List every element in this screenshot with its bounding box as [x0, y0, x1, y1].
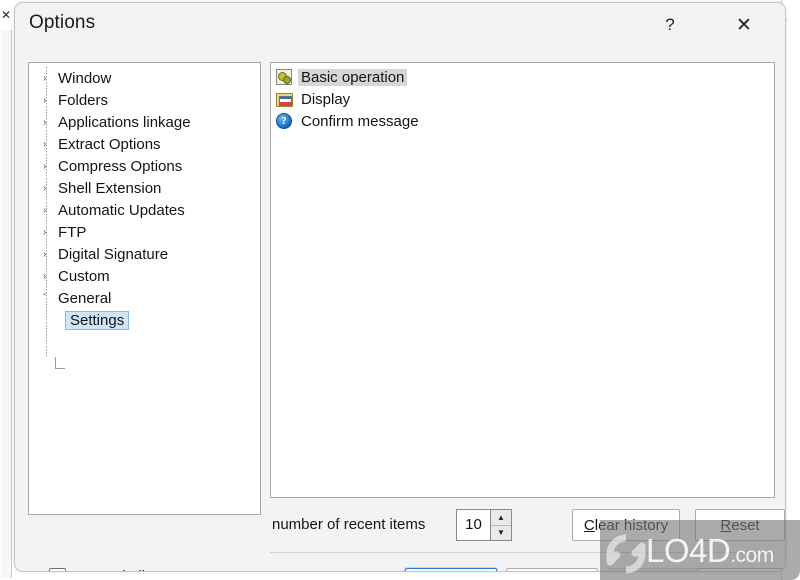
tree-item-shell-extension[interactable]: › Shell Extension	[29, 177, 260, 199]
tree-item-automatic-updates[interactable]: › Automatic Updates	[29, 199, 260, 221]
ok-button[interactable]: OK	[405, 568, 497, 571]
background-left-strip: ✕	[0, 0, 14, 580]
settings-list[interactable]: Basic operation Display ? Confirm messag…	[270, 62, 775, 498]
tree-item-window[interactable]: › Window	[29, 67, 260, 89]
tree-item-compress-options[interactable]: › Compress Options	[29, 155, 260, 177]
tree-item-folders[interactable]: › Folders	[29, 89, 260, 111]
tree-item-label: Settings	[65, 310, 130, 330]
tree-item-custom[interactable]: › Custom	[29, 265, 260, 287]
screenshot-root: ✕ ▪▪ 50 43 6 33 32 Options ? ✕	[0, 0, 800, 580]
folder-image-icon	[276, 91, 293, 107]
dialog-titlebar: Options ? ✕	[15, 3, 785, 47]
apply-button: Apply	[607, 568, 699, 571]
list-item-basic-operation[interactable]: Basic operation	[271, 66, 774, 88]
list-item-label: Confirm message	[301, 112, 419, 130]
chevron-right-icon[interactable]: ›	[43, 250, 56, 260]
chevron-down-icon[interactable]: ˇ	[43, 294, 56, 304]
chevron-right-icon[interactable]: ›	[43, 162, 56, 172]
background-close-icon[interactable]: ✕	[0, 8, 12, 22]
tree-item-label: FTP	[58, 223, 87, 241]
tree-item-extract-options[interactable]: › Extract Options	[29, 133, 260, 155]
list-item-confirm-message[interactable]: ? Confirm message	[271, 110, 774, 132]
tree-item-label: Digital Signature	[58, 245, 169, 263]
chevron-right-icon[interactable]: ›	[43, 184, 56, 194]
question-mark-icon: ?	[276, 113, 292, 129]
tree-item-general[interactable]: ˇ General	[29, 287, 260, 309]
tree-item-label: Window	[58, 69, 112, 87]
chevron-right-icon[interactable]: ›	[43, 74, 56, 84]
tree-connector-elbow	[55, 357, 65, 369]
list-item-label: Display	[301, 90, 351, 108]
background-left-pane	[2, 30, 12, 578]
chevron-right-icon[interactable]: ›	[43, 118, 56, 128]
chevron-right-icon[interactable]: ›	[43, 96, 56, 106]
gears-icon	[276, 69, 292, 85]
tree-item-digital-signature[interactable]: › Digital Signature	[29, 243, 260, 265]
help-button[interactable]: Help	[697, 568, 785, 571]
list-item-label: Basic operation	[298, 68, 408, 86]
tree-item-label: Shell Extension	[58, 179, 162, 197]
list-item-display[interactable]: Display	[271, 88, 774, 110]
category-tree[interactable]: › Window › Folders › Applications linkag…	[28, 62, 261, 515]
tree-item-applications-linkage[interactable]: › Applications linkage	[29, 111, 260, 133]
dialog-body: › Window › Folders › Applications linkag…	[15, 47, 785, 571]
tree-item-label: Compress Options	[58, 157, 183, 175]
chevron-right-icon[interactable]: ›	[43, 228, 56, 238]
tree-item-label: Applications linkage	[58, 113, 191, 131]
chevron-right-icon[interactable]: ›	[43, 206, 56, 216]
help-icon[interactable]: ?	[647, 3, 693, 47]
tree-item-label: Folders	[58, 91, 109, 109]
dialog-title: Options	[29, 12, 96, 33]
tree-item-settings[interactable]: Settings	[29, 309, 260, 331]
tree-item-label: Automatic Updates	[58, 201, 185, 219]
chevron-right-icon[interactable]: ›	[43, 140, 56, 150]
tree-item-label: Extract Options	[58, 135, 161, 153]
tree-item-label: General	[58, 289, 112, 307]
tree-item-label: Custom	[58, 267, 110, 285]
category-tree-scroll: › Window › Folders › Applications linkag…	[29, 63, 260, 514]
tree-item-ftp[interactable]: › FTP	[29, 221, 260, 243]
close-icon[interactable]: ✕	[721, 3, 767, 47]
cancel-button[interactable]: Cancel	[506, 568, 598, 571]
options-dialog: Options ? ✕ › Window › Folders › Applica…	[14, 2, 786, 572]
dialog-footer: OK Cancel Apply Help	[15, 517, 785, 571]
chevron-right-icon[interactable]: ›	[43, 272, 56, 282]
